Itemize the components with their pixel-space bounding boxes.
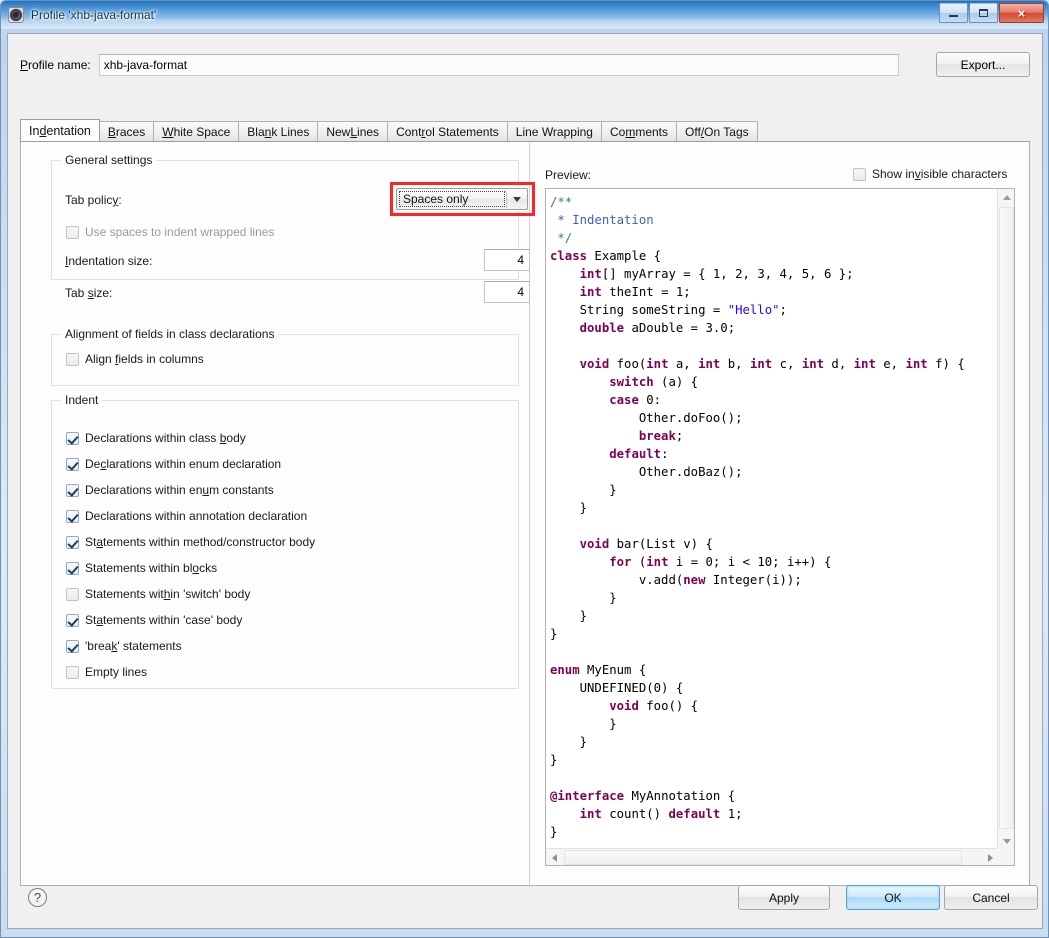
indent-option-row[interactable]: Statements within blocks bbox=[66, 561, 217, 575]
tab-blank-lines[interactable]: Bla n k Lines bbox=[238, 121, 319, 141]
tab-comments[interactable]: Co m ments bbox=[600, 121, 678, 141]
indent-option-row[interactable]: Declarations within enum constants bbox=[66, 483, 274, 497]
indent-option-row[interactable]: Declarations within enum declaration bbox=[66, 457, 281, 471]
indent-option-row[interactable]: Statements within 'switch' body bbox=[66, 587, 250, 601]
indent-declarations-enum-constants-checkbox[interactable] bbox=[66, 483, 79, 497]
indent-option-label: Declarations within class body bbox=[85, 431, 246, 445]
align-fields-label: Align fields in columns bbox=[85, 352, 204, 366]
indent-option-row[interactable]: Declarations within class body bbox=[66, 431, 246, 445]
tab-policy-value: Spaces only bbox=[403, 192, 469, 206]
align-fields-checkbox[interactable] bbox=[66, 352, 79, 366]
scrollbar-corner bbox=[997, 848, 1014, 865]
indent-statements-blocks-checkbox[interactable] bbox=[66, 561, 79, 575]
tab-control-statements[interactable]: Cont r ol Statements bbox=[387, 121, 508, 141]
tab-white-space[interactable]: White Space bbox=[153, 121, 240, 141]
general-settings-group: General settings Tab policy: Spaces only… bbox=[51, 153, 535, 303]
help-icon[interactable]: ? bbox=[28, 888, 47, 907]
apply-button[interactable]: Apply bbox=[738, 885, 830, 910]
eclipse-profile-icon bbox=[8, 7, 24, 23]
indent-option-label: Statements within method/constructor bod… bbox=[85, 535, 316, 549]
indent-option-label: Statements within 'switch' body bbox=[85, 587, 251, 601]
tab-size-label: Tab size: bbox=[65, 286, 113, 300]
use-spaces-wrapped-checkbox-row[interactable]: Use spaces to indent wrapped lines bbox=[66, 225, 274, 239]
profile-name-label: Profile name: bbox=[20, 58, 91, 72]
indent-group-title: Indent bbox=[61, 393, 103, 407]
indent-break-statements-checkbox[interactable] bbox=[66, 639, 79, 653]
preview-code[interactable]: /** * Indentation */ class Example { int… bbox=[546, 189, 998, 850]
tab-content-indentation: General settings Tab policy: Spaces only… bbox=[20, 141, 1030, 887]
indent-option-label: Declarations within enum declaration bbox=[85, 457, 282, 471]
cancel-button[interactable]: Cancel bbox=[944, 885, 1038, 910]
profile-name-input[interactable] bbox=[98, 54, 899, 76]
indent-option-row[interactable]: Statements within method/constructor bod… bbox=[66, 535, 315, 549]
tab-indentation[interactable]: In d entation bbox=[20, 119, 100, 141]
align-fields-checkbox-row[interactable]: Align fields in columns bbox=[66, 352, 204, 366]
scroll-up-button[interactable] bbox=[998, 189, 1014, 206]
indent-declarations-enum-declaration-checkbox[interactable] bbox=[66, 457, 79, 471]
chevron-up-icon bbox=[1002, 195, 1011, 200]
preview-pane: /** * Indentation */ class Example { int… bbox=[545, 188, 1015, 866]
indentation-size-label: Indentation size: bbox=[65, 254, 153, 268]
horizontal-scroll-thumb[interactable] bbox=[564, 850, 962, 865]
indent-declarations-class-body-checkbox[interactable] bbox=[66, 431, 79, 445]
indent-option-row[interactable]: Declarations within annotation declarati… bbox=[66, 509, 307, 523]
alignment-group-title: Alignment of fields in class declaration… bbox=[61, 327, 279, 341]
tab-braces[interactable]: Braces bbox=[98, 121, 155, 141]
use-spaces-wrapped-checkbox[interactable] bbox=[66, 225, 79, 239]
tab-policy-combo[interactable]: Spaces only bbox=[396, 188, 528, 210]
profile-name-row: Profile name: Export... bbox=[20, 52, 1030, 78]
chevron-left-icon bbox=[552, 853, 557, 862]
maximize-icon bbox=[979, 9, 988, 17]
preview-horizontal-scrollbar[interactable] bbox=[546, 848, 999, 865]
alignment-group: Alignment of fields in class declaration… bbox=[51, 327, 519, 386]
indent-statements-method-body-checkbox[interactable] bbox=[66, 535, 79, 549]
tab-policy-label: Tab policy: bbox=[65, 193, 122, 207]
minimize-icon bbox=[949, 15, 958, 17]
indent-option-row[interactable]: 'break' statements bbox=[66, 639, 182, 653]
chevron-down-icon[interactable] bbox=[506, 190, 526, 208]
preview-label: Preview: bbox=[545, 168, 592, 182]
dialog-footer: ? Apply OK Cancel bbox=[8, 866, 1042, 928]
indent-option-label: Declarations within enum constants bbox=[85, 483, 274, 497]
tab-size-input[interactable]: 4 bbox=[484, 281, 530, 303]
indent-option-row[interactable]: Statements within 'case' body bbox=[66, 613, 242, 627]
close-icon: × bbox=[1017, 5, 1026, 21]
use-spaces-wrapped-label: Use spaces to indent wrapped lines bbox=[85, 225, 275, 239]
indentation-size-input[interactable]: 4 bbox=[484, 249, 530, 271]
indent-group: Indent Declarations within class body De… bbox=[51, 393, 519, 689]
window-controls: × bbox=[939, 3, 1044, 23]
indent-statements-switch-body-checkbox[interactable] bbox=[66, 587, 79, 601]
formatter-tabs: In d entation Braces White Space Bla n k Lin… bbox=[20, 119, 1030, 141]
general-settings-title: General settings bbox=[61, 153, 157, 167]
indent-option-label: Empty lines bbox=[85, 665, 148, 679]
indent-option-label: 'break' statements bbox=[85, 639, 182, 653]
indent-declarations-annotation-declaration-checkbox[interactable] bbox=[66, 509, 79, 523]
show-invisible-characters-label: Show invisible characters bbox=[872, 167, 1008, 181]
indent-option-row[interactable]: Empty lines bbox=[66, 665, 147, 679]
indent-option-label: Statements within blocks bbox=[85, 561, 218, 575]
scroll-left-button[interactable] bbox=[546, 849, 563, 865]
show-invisible-characters-checkbox[interactable] bbox=[853, 167, 866, 181]
maximize-button[interactable] bbox=[969, 3, 998, 23]
tab-off-on-tags[interactable]: Off / On Tags bbox=[676, 121, 758, 141]
preview-vertical-scrollbar[interactable] bbox=[997, 189, 1014, 850]
close-button[interactable]: × bbox=[999, 3, 1044, 23]
ok-button[interactable]: OK bbox=[846, 885, 940, 910]
indent-option-label: Declarations within annotation declarati… bbox=[85, 509, 308, 523]
minimize-button[interactable] bbox=[939, 3, 968, 23]
chevron-right-icon bbox=[988, 853, 993, 862]
dialog-client-area: Profile name: Export... Indentation Brac… bbox=[7, 33, 1043, 929]
show-invisible-characters-row[interactable]: Show invisible characters bbox=[853, 167, 1007, 181]
tab-new-lines[interactable]: New Lines bbox=[317, 121, 389, 141]
chevron-down-icon bbox=[1002, 839, 1011, 844]
indent-statements-case-body-checkbox[interactable] bbox=[66, 613, 79, 627]
dialog-window: Profile 'xhb-java-format' × Profile name… bbox=[0, 0, 1049, 938]
title-bar[interactable]: Profile 'xhb-java-format' × bbox=[1, 1, 1048, 29]
tab-line-wrapping[interactable]: Line Wrappin g bbox=[506, 121, 602, 141]
indent-empty-lines-checkbox[interactable] bbox=[66, 665, 79, 679]
vertical-scroll-thumb[interactable] bbox=[999, 207, 1014, 829]
export-button[interactable]: Export... bbox=[936, 52, 1030, 77]
window-title: Profile 'xhb-java-format' bbox=[31, 8, 157, 22]
indent-option-label: Statements within 'case' body bbox=[85, 613, 243, 627]
